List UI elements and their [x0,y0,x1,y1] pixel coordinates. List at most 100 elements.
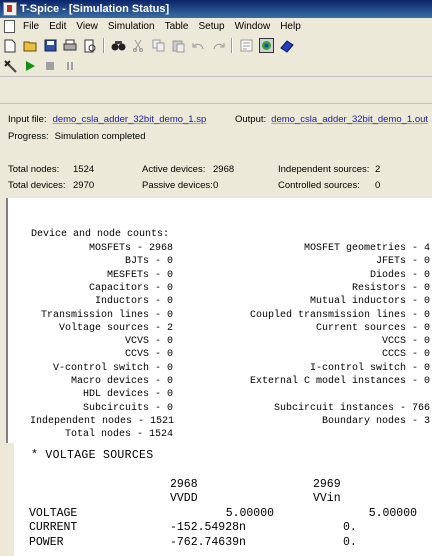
voltage-row-v2: 5.00000 [368,507,417,520]
menu-window[interactable]: Window [230,21,276,32]
settings-icon[interactable] [258,38,274,54]
paste-icon[interactable] [170,38,186,54]
open-icon[interactable] [22,38,38,54]
menu-help[interactable]: Help [275,21,306,32]
pause-icon[interactable] [62,58,78,74]
output-file-link[interactable]: demo_csla_adder_32bit_demo_1.out [271,114,428,125]
independent-sources-label: Independent sources: [278,164,370,175]
current-row-v1: -152.54928n [170,521,246,534]
power-row-label: POWER [29,536,64,549]
build-icon[interactable] [2,58,18,74]
stop-icon[interactable] [42,58,58,74]
controlled-sources-label: Controlled sources: [278,180,360,191]
output-pane-margin [0,443,14,556]
source-column-2: 2969 [313,478,341,491]
device-count-right-line: I-control switch - 0 [309,362,430,374]
device-count-left-line: MOSFETs - 2968 [88,243,173,254]
device-count-right-line: Boundary nodes - 3 [321,415,430,427]
toolbar-separator [103,38,105,53]
total-nodes-label: Total nodes: [8,164,60,175]
controlled-sources-value: 0 [375,180,381,191]
device-count-right-line: External C model instances - 0 [249,376,430,387]
active-devices-label: Active devices: [142,164,206,175]
menu-view[interactable]: View [71,21,103,32]
run-icon[interactable] [22,58,38,74]
power-row-v1: -762.74639n [170,536,246,549]
panel-spacer [0,146,432,156]
voltage-sources-header: * VOLTAGE SOURCES [31,449,154,462]
insert-command-icon[interactable] [238,38,254,54]
device-count-left-line: V-control switch - 0 [52,362,173,374]
device-count-left-line: Inductors - 0 [94,296,173,308]
progress-value: Simulation completed [54,130,146,142]
toolbar-separator [231,38,233,53]
device-count-left-line: Subcircuits - 0 [82,402,173,414]
copy-icon[interactable] [150,38,166,54]
passive-devices-value: 0 [213,180,219,191]
device-count-right-line: VCCS - 0 [381,336,430,348]
find-icon[interactable] [110,38,126,54]
passive-devices-label: Passive devices: [142,180,213,191]
document-icon[interactable] [4,20,15,33]
output-file-label: Output: [235,113,267,125]
device-count-right-line: Coupled transmission lines - 0 [249,309,430,321]
device-count-right-line: Resistors - 0 [351,282,430,294]
current-row-v2: 0. [343,521,357,534]
device-count-right-line: Subcircuit instances - 766 [273,402,430,414]
device-count-left-line: MESFETs - 0 [106,269,173,281]
device-count-right-line: CCCS - 0 [381,349,430,361]
tspice-app-icon[interactable] [3,2,17,16]
active-devices-value: 2968 [213,164,235,175]
input-file-link[interactable]: demo_csla_adder_32bit_demo_1.sp [53,114,207,125]
device-count-left-line: Capacitors - 0 [88,282,173,294]
device-count-left-line: Voltage sources - 2 [58,322,173,334]
source-column-1: 2968 [170,478,198,491]
device-count-left-line: Macro devices - 0 [70,376,173,387]
new-icon[interactable] [2,38,18,54]
device-count-left-line: HDL devices - 0 [82,389,173,401]
voltage-row-v1: 5.00000 [225,507,274,520]
save-icon[interactable] [42,38,58,54]
output-pane-border [0,198,8,443]
independent-sources-value: 2 [375,164,381,175]
toolbar-spacer [0,77,432,103]
menu-bar: File Edit View Simulation Table Setup Wi… [0,18,432,35]
device-count-left-line: Total nodes - 1524 [64,429,173,441]
simulation-stats-panel: Total nodes: 1524 Active devices: 2968 I… [0,156,432,199]
device-count-right-line: Current sources - 0 [315,322,430,334]
print-preview-icon[interactable] [82,38,98,54]
device-count-right-line: JFETs - 0 [375,256,430,268]
total-devices-label: Total devices: [8,180,66,191]
help-icon[interactable] [278,38,294,54]
menu-setup[interactable]: Setup [193,21,229,32]
menu-file[interactable]: File [18,21,44,32]
cut-icon[interactable] [130,38,146,54]
total-devices-value: 2970 [73,180,95,191]
device-count-left-line: VCVS - 0 [124,336,173,348]
source-name-1: VVDD [170,492,198,505]
simulation-toolbar [0,56,432,77]
title-bar: T-Spice - [Simulation Status] [0,0,432,18]
menu-table[interactable]: Table [160,21,194,32]
power-row-v2: 0. [343,536,357,549]
device-count-left-line: Independent nodes - 1521 [30,415,175,427]
menu-simulation[interactable]: Simulation [103,21,160,32]
current-row-label: CURRENT [29,521,78,534]
progress-label: Progress: [8,130,49,142]
print-icon[interactable] [62,38,78,54]
device-count-right-line: Diodes - 0 [369,269,430,281]
total-nodes-value: 1524 [73,164,95,175]
device-counts-header: Device and node counts: [31,229,170,240]
input-file-label: Input file: [8,113,47,125]
menu-edit[interactable]: Edit [44,21,71,32]
redo-icon[interactable] [210,38,226,54]
standard-toolbar [0,35,432,56]
file-info-panel: Input file: demo_csla_adder_32bit_demo_1… [0,103,432,148]
window-title: T-Spice - [Simulation Status] [20,3,170,15]
source-name-2: VVin [313,492,341,505]
device-count-left-line: BJTs - 0 [124,256,173,268]
device-count-left-line: CCVS - 0 [124,349,173,361]
device-count-right-line: MOSFET geometries - 4 [303,243,430,254]
device-count-right-line: Mutual inductors - 0 [309,296,430,308]
undo-icon[interactable] [190,38,206,54]
